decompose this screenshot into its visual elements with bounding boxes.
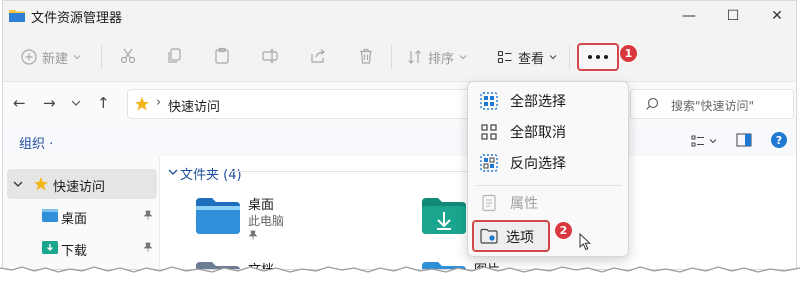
nav-item-desktop[interactable]: 桌面: [61, 208, 87, 227]
properties-icon: [482, 194, 496, 212]
view-button[interactable]: 查看: [497, 43, 557, 71]
desktop-folder-icon: [196, 198, 240, 234]
menu-item-label: 选项: [506, 230, 534, 246]
command-bar: 新建 排序 查看 1: [3, 33, 796, 82]
see-more-button[interactable]: [577, 43, 619, 71]
view-list-icon: [497, 50, 512, 64]
select-all-icon: [480, 92, 498, 110]
menu-item-label: 全部取消: [510, 125, 566, 141]
share-icon[interactable]: [309, 47, 327, 65]
invert-selection-icon: [480, 154, 498, 172]
address-row: ← → ↑ › 快速访问 搜索"快速访问": [3, 82, 796, 126]
minimize-button[interactable]: —: [677, 5, 701, 27]
new-button[interactable]: 新建: [21, 43, 81, 71]
chevron-down-icon[interactable]: [168, 168, 178, 176]
toolbar-divider: [569, 45, 570, 69]
window-title: 文件资源管理器: [31, 11, 123, 26]
chevron-down-icon[interactable]: [709, 138, 717, 144]
up-arrow-icon[interactable]: ↑: [97, 94, 110, 112]
menu-item-select-none[interactable]: 全部取消: [474, 117, 624, 147]
nav-item-downloads[interactable]: 下载: [61, 240, 87, 259]
title-bar: 文件资源管理器 — ☐ ✕: [3, 1, 796, 33]
menu-item-label: 全部选择: [510, 94, 566, 110]
menu-item-label: 属性: [510, 196, 538, 212]
address-path: 快速访问: [168, 100, 221, 115]
folder-location: 此电脑: [248, 214, 285, 228]
star-icon: [135, 97, 149, 111]
chevron-down-icon: [459, 55, 467, 60]
search-placeholder: 搜索"快速访问": [671, 99, 755, 113]
chevron-down-icon[interactable]: [13, 180, 23, 188]
view-label: 查看: [518, 51, 545, 67]
select-none-icon: [481, 124, 497, 140]
search-box[interactable]: 搜索"快速访问": [630, 89, 794, 119]
chevron-right-icon: ›: [156, 95, 162, 110]
dot-icon: [588, 55, 592, 59]
folder-tile-desktop[interactable]: 桌面 此电脑: [196, 192, 386, 244]
organize-button[interactable]: 组织 ·: [19, 133, 53, 152]
pin-icon: [248, 230, 258, 240]
sort-button[interactable]: 排序: [407, 43, 467, 71]
dot-icon: [596, 55, 600, 59]
preview-pane-icon[interactable]: [736, 133, 752, 147]
close-button[interactable]: ✕: [765, 5, 789, 27]
toolbar-divider: [101, 45, 102, 69]
folder-name: 桌面: [248, 198, 275, 213]
file-explorer-window: 文件资源管理器 — ☐ ✕ 新建 排序 查看 1 ← → ↑ › 快速访问 搜索…: [2, 0, 797, 270]
address-bar[interactable]: › 快速访问: [127, 89, 472, 119]
delete-icon[interactable]: [357, 47, 375, 65]
sort-label: 排序: [428, 51, 455, 67]
menu-item-select-all[interactable]: 全部选择: [474, 86, 624, 116]
downloads-folder-icon: [42, 241, 58, 254]
details-bar: 组织 · ?: [3, 126, 796, 156]
new-label: 新建: [42, 51, 69, 67]
nav-item-quick-access[interactable]: 快速访问: [53, 176, 105, 195]
toolbar-divider: [391, 45, 392, 69]
pin-icon: [143, 242, 153, 252]
layout-options-icon[interactable]: [691, 134, 705, 148]
plus-circle-icon: [21, 49, 37, 65]
torn-edge-decoration: [0, 266, 800, 281]
step-badge-1: 1: [620, 45, 637, 62]
chevron-down-icon: [73, 55, 81, 60]
group-header[interactable]: 文件夹 (4): [180, 164, 242, 183]
chevron-down-icon: [549, 55, 557, 60]
menu-item-label: 反向选择: [510, 156, 566, 172]
desktop-folder-icon: [42, 209, 58, 222]
menu-item-invert-selection[interactable]: 反向选择: [474, 148, 624, 178]
chevron-down-icon[interactable]: [71, 99, 81, 107]
back-arrow-icon[interactable]: ←: [13, 94, 26, 112]
cut-icon[interactable]: [119, 47, 137, 65]
dot-icon: [604, 55, 608, 59]
pin-icon: [143, 210, 153, 220]
maximize-button[interactable]: ☐: [721, 5, 745, 27]
forward-arrow-icon[interactable]: →: [43, 94, 56, 112]
mouse-cursor-icon: [579, 233, 591, 251]
menu-item-options[interactable]: 选项: [472, 220, 550, 252]
step-badge-2: 2: [555, 222, 572, 239]
navigation-pane: 快速访问 桌面 下载: [3, 156, 160, 269]
folder-options-icon: [480, 228, 498, 244]
paste-icon[interactable]: [213, 47, 231, 65]
rename-icon[interactable]: [261, 47, 279, 65]
copy-icon[interactable]: [166, 47, 184, 65]
help-icon[interactable]: ?: [770, 131, 788, 149]
organize-label: 组织: [19, 137, 46, 152]
downloads-folder-icon[interactable]: [422, 198, 466, 234]
menu-item-properties: 属性: [474, 188, 624, 218]
star-icon: [34, 177, 48, 191]
menu-divider: [476, 185, 622, 186]
folder-icon: [9, 10, 25, 22]
sort-icon: [408, 50, 421, 64]
search-icon: [646, 97, 659, 110]
svg-text:?: ?: [776, 134, 782, 147]
group-divider: [230, 171, 500, 172]
